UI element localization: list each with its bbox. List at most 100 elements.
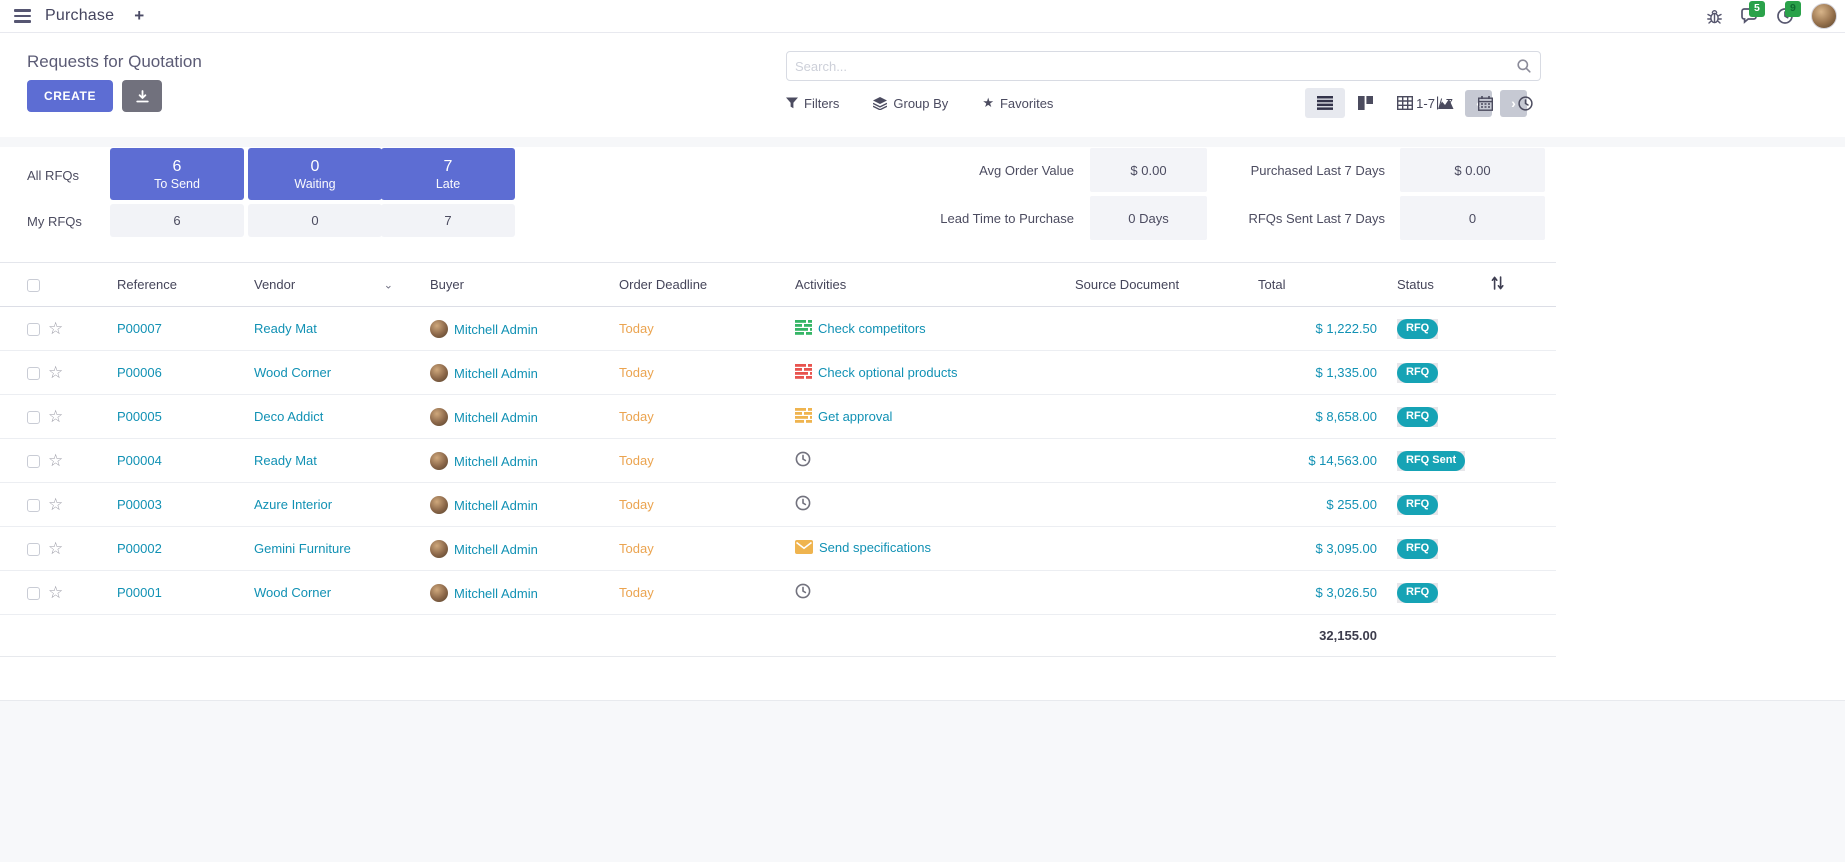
select-all-checkbox[interactable]	[27, 279, 40, 292]
reference-link[interactable]: P00005	[117, 409, 162, 424]
reference-link[interactable]: P00006	[117, 365, 162, 380]
vendor-link[interactable]: Ready Mat	[254, 453, 317, 468]
buyer-link[interactable]: Mitchell Admin	[454, 454, 538, 469]
user-avatar[interactable]	[1811, 3, 1837, 29]
activity-label[interactable]: Get approval	[818, 409, 892, 424]
all-rfqs-label[interactable]: All RFQs	[27, 168, 79, 183]
column-header-status[interactable]: Status	[1385, 263, 1490, 307]
buyer-link[interactable]: Mitchell Admin	[454, 498, 538, 513]
vendor-link[interactable]: Azure Interior	[254, 497, 332, 512]
purchased-7days-label: Purchased Last 7 Days	[1135, 148, 1385, 192]
reference-link[interactable]: P00004	[117, 453, 162, 468]
table-row[interactable]: ☆ P00006 Wood Corner Mitchell Admin Toda…	[0, 351, 1556, 395]
row-checkbox[interactable]	[27, 543, 40, 556]
kpi-to-send[interactable]: 6 To Send	[110, 148, 244, 200]
messages-badge: 5	[1749, 1, 1765, 17]
kpi-late[interactable]: 7 Late	[381, 148, 515, 200]
vendor-link[interactable]: Deco Addict	[254, 409, 323, 424]
favorite-star-icon[interactable]: ☆	[48, 451, 63, 470]
search-bar[interactable]	[786, 51, 1541, 81]
my-waiting-count[interactable]: 0	[248, 204, 382, 237]
my-late-count[interactable]: 7	[381, 204, 515, 237]
vendor-link[interactable]: Gemini Furniture	[254, 541, 351, 556]
view-graph-button[interactable]	[1425, 88, 1465, 118]
row-checkbox[interactable]	[27, 411, 40, 424]
reference-link[interactable]: P00003	[117, 497, 162, 512]
reference-link[interactable]: P00002	[117, 541, 162, 556]
sort-chevron-down-icon[interactable]: ⌄	[384, 278, 393, 291]
my-to-send-count[interactable]: 6	[110, 204, 244, 237]
reference-link[interactable]: P00001	[117, 585, 162, 600]
activity-clock-icon[interactable]	[795, 583, 811, 602]
view-activity-button[interactable]	[1505, 88, 1545, 118]
activity-tasks-green-icon[interactable]	[795, 320, 812, 338]
buyer-link[interactable]: Mitchell Admin	[454, 586, 538, 601]
apps-menu-icon[interactable]	[14, 9, 31, 22]
column-header-buyer[interactable]: Buyer	[403, 263, 592, 307]
table-row[interactable]: ☆ P00007 Ready Mat Mitchell Admin Today …	[0, 307, 1556, 351]
column-header-source-document[interactable]: Source Document	[1048, 263, 1258, 307]
favorite-star-icon[interactable]: ☆	[48, 407, 63, 426]
order-deadline: Today	[619, 321, 654, 336]
activities-icon[interactable]: 9	[1776, 7, 1794, 25]
activity-label[interactable]: Send specifications	[819, 540, 931, 555]
row-checkbox[interactable]	[27, 323, 40, 336]
vendor-link[interactable]: Ready Mat	[254, 321, 317, 336]
row-checkbox[interactable]	[27, 367, 40, 380]
table-header-row: Reference Vendor⌄ Buyer Order Deadline A…	[0, 263, 1556, 307]
favorite-star-icon[interactable]: ☆	[48, 539, 63, 558]
table-row[interactable]: ☆ P00003 Azure Interior Mitchell Admin T…	[0, 483, 1556, 527]
column-header-reference[interactable]: Reference	[90, 263, 227, 307]
view-list-button[interactable]	[1305, 88, 1345, 118]
table-row[interactable]: ☆ P00002 Gemini Furniture Mitchell Admin…	[0, 527, 1556, 571]
activity-label[interactable]: Check optional products	[818, 365, 957, 380]
vendor-link[interactable]: Wood Corner	[254, 585, 331, 600]
buyer-link[interactable]: Mitchell Admin	[454, 322, 538, 337]
column-header-total[interactable]: Total	[1258, 263, 1385, 307]
favorite-star-icon[interactable]: ☆	[48, 583, 63, 602]
section-divider	[0, 137, 1845, 147]
column-header-vendor[interactable]: Vendor⌄	[227, 263, 403, 307]
favorite-star-icon[interactable]: ☆	[48, 363, 63, 382]
to-send-label: To Send	[154, 177, 200, 191]
messages-icon[interactable]: 5	[1740, 7, 1759, 25]
new-tab-plus-icon[interactable]: +	[134, 6, 144, 26]
bug-icon[interactable]	[1706, 8, 1723, 25]
table-row[interactable]: ☆ P00001 Wood Corner Mitchell Admin Toda…	[0, 571, 1556, 615]
view-kanban-button[interactable]	[1345, 88, 1385, 118]
search-input[interactable]	[795, 59, 1516, 74]
favorite-star-icon[interactable]: ☆	[48, 495, 63, 514]
table-row[interactable]: ☆ P00005 Deco Addict Mitchell Admin Toda…	[0, 395, 1556, 439]
row-checkbox[interactable]	[27, 455, 40, 468]
vendor-link[interactable]: Wood Corner	[254, 365, 331, 380]
optional-columns-icon[interactable]	[1490, 275, 1505, 291]
row-checkbox[interactable]	[27, 587, 40, 600]
buyer-link[interactable]: Mitchell Admin	[454, 410, 538, 425]
app-name[interactable]: Purchase	[45, 7, 114, 25]
activity-tasks-yellow-icon[interactable]	[795, 408, 812, 426]
page-title: Requests for Quotation	[27, 52, 202, 72]
group-by-button[interactable]: Group By	[873, 96, 948, 111]
buyer-link[interactable]: Mitchell Admin	[454, 542, 538, 557]
view-calendar-button[interactable]	[1465, 88, 1505, 118]
row-checkbox[interactable]	[27, 499, 40, 512]
activity-label[interactable]: Check competitors	[818, 321, 926, 336]
favorites-button[interactable]: ★ Favorites	[982, 95, 1053, 111]
view-pivot-button[interactable]	[1385, 88, 1425, 118]
search-icon[interactable]	[1516, 58, 1532, 74]
filters-button[interactable]: Filters	[786, 96, 839, 111]
activity-clock-icon[interactable]	[795, 495, 811, 514]
activity-clock-icon[interactable]	[795, 451, 811, 470]
favorite-star-icon[interactable]: ☆	[48, 319, 63, 338]
my-rfqs-label[interactable]: My RFQs	[27, 214, 82, 229]
export-button[interactable]	[122, 80, 162, 112]
create-button[interactable]: CREATE	[27, 80, 113, 112]
buyer-link[interactable]: Mitchell Admin	[454, 366, 538, 381]
kpi-waiting[interactable]: 0 Waiting	[248, 148, 382, 200]
activity-envelope-icon[interactable]	[795, 540, 813, 557]
column-header-activities[interactable]: Activities	[768, 263, 1048, 307]
reference-link[interactable]: P00007	[117, 321, 162, 336]
table-row[interactable]: ☆ P00004 Ready Mat Mitchell Admin Today …	[0, 439, 1556, 483]
column-header-order-deadline[interactable]: Order Deadline	[592, 263, 768, 307]
activity-tasks-red-icon[interactable]	[795, 364, 812, 382]
